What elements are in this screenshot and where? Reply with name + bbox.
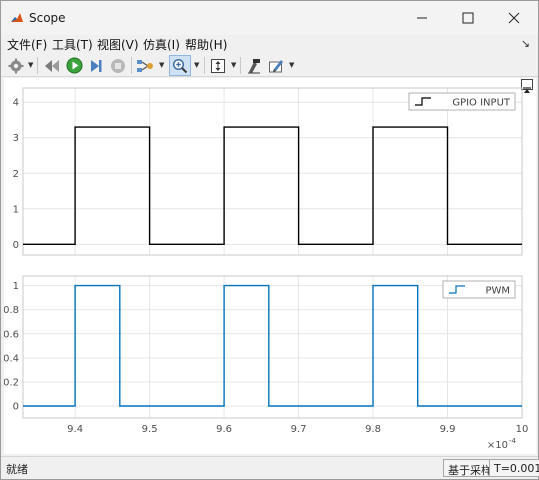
menu-file[interactable]: 文件(F)	[7, 36, 47, 53]
highlight-dropdown-icon[interactable]: ▼	[289, 61, 294, 69]
y-tick-label: 2	[13, 169, 19, 180]
autoscale-icon	[211, 58, 225, 73]
axes-pwm[interactable]: 9.4 9.5 9.6 9.7 9.8 9.9 10 0 0.2 0.4 0.6 0.8 1 PWM ×10…	[4, 275, 529, 451]
scope-plots: 0 1 2 3 4 GPIO INPUT 9.4 9.5 9.6 9.7 9.8 9.9 10 0 0.2…	[4, 87, 529, 451]
legend-label: GPIO INPUT	[452, 98, 511, 109]
axes-gpio-input[interactable]: 0 1 2 3 4 GPIO INPUT	[13, 87, 523, 256]
title-bar: Scope	[1, 1, 538, 35]
step-back-icon	[45, 59, 59, 72]
autoscale-button[interactable]	[208, 55, 228, 76]
maximize-button[interactable]	[445, 1, 491, 35]
maximize-icon	[462, 12, 474, 24]
y-tick-label: 0	[13, 401, 19, 412]
y-tick-label: 3	[13, 133, 19, 144]
minimize-button[interactable]	[399, 1, 445, 35]
x-exponent-power: -4	[509, 437, 517, 445]
cursor-measure-icon	[248, 58, 260, 73]
menu-simulation[interactable]: 仿真(I)	[143, 36, 180, 53]
x-tick-label: 10	[516, 424, 529, 435]
window-title: Scope	[29, 11, 66, 25]
toolbar-separator	[240, 57, 241, 74]
zoom-dropdown-icon[interactable]: ▼	[194, 61, 199, 69]
y-tick-label: 0.8	[4, 305, 19, 316]
toolbar-separator	[131, 57, 132, 74]
minimize-icon	[417, 17, 427, 19]
sim-time-indicator: T=0.001	[489, 459, 539, 477]
plot-area: 0 1 2 3 4 GPIO INPUT 9.4 9.5 9.6 9.7 9.8 9.9 10 0 0.2…	[4, 78, 536, 454]
x-tick-label: 9.4	[67, 424, 83, 435]
matlab-scope-icon	[11, 13, 23, 22]
step-back-button[interactable]	[42, 55, 62, 76]
step-forward-button[interactable]	[86, 55, 106, 76]
run-button[interactable]	[64, 55, 84, 76]
close-button[interactable]	[491, 1, 537, 35]
y-tick-label: 0.4	[4, 353, 19, 364]
x-tick-label: 9.9	[440, 424, 456, 435]
x-exponent-label: ×10	[487, 440, 508, 451]
signal-select-icon	[137, 59, 153, 72]
y-tick-label: 1	[13, 281, 19, 292]
autoscale-dropdown-icon[interactable]: ▼	[231, 61, 236, 69]
run-icon	[66, 57, 82, 74]
y-tick-label: 0.6	[4, 329, 19, 340]
x-tick-label: 9.6	[216, 424, 232, 435]
status-text: 就绪	[6, 463, 28, 476]
stop-icon	[111, 58, 125, 73]
status-bar: 就绪 基于采样 T=0.001	[1, 456, 539, 479]
y-tick-label: 0.2	[4, 377, 19, 388]
step-forward-icon	[91, 59, 102, 72]
zoom-in-button[interactable]	[169, 55, 191, 76]
settings-icon	[8, 58, 24, 73]
cursor-measure-button[interactable]	[244, 55, 264, 76]
highlight-button[interactable]	[266, 55, 286, 76]
signal-select-button[interactable]	[135, 55, 157, 76]
menu-bar: 文件(F) 工具(T) 视图(V) 仿真(I) 帮助(H) ↘	[1, 35, 538, 53]
menu-view[interactable]: 视图(V)	[97, 36, 139, 53]
scope-window: Scope 文件(F) 工具(T) 视图(V) 仿真(I) 帮助(H) ↘ ▼	[0, 0, 539, 480]
legend-label: PWM	[485, 286, 510, 297]
highlight-icon	[269, 59, 283, 72]
menu-tools[interactable]: 工具(T)	[52, 36, 93, 53]
x-tick-label: 9.8	[365, 424, 381, 435]
y-tick-label: 4	[13, 98, 19, 109]
settings-dropdown-icon[interactable]: ▼	[28, 61, 33, 69]
signal-select-dropdown-icon[interactable]: ▼	[159, 61, 164, 69]
gpio-input-trace	[23, 126, 522, 246]
toolbar: ▼ ▼ ▼ ▼ ▼	[1, 54, 538, 77]
close-icon	[508, 12, 520, 24]
y-tick-label: 0	[13, 240, 19, 251]
toolbar-separator	[37, 57, 38, 74]
stop-button[interactable]	[108, 55, 128, 76]
y-tick-label: 1	[13, 204, 19, 215]
toolbar-separator	[204, 57, 205, 74]
zoom-in-icon	[172, 58, 188, 73]
x-tick-label: 9.5	[142, 424, 158, 435]
menu-overflow-icon[interactable]: ↘	[521, 37, 530, 50]
settings-button[interactable]	[6, 55, 26, 76]
menu-help[interactable]: 帮助(H)	[185, 36, 227, 53]
x-tick-label: 9.7	[291, 424, 307, 435]
